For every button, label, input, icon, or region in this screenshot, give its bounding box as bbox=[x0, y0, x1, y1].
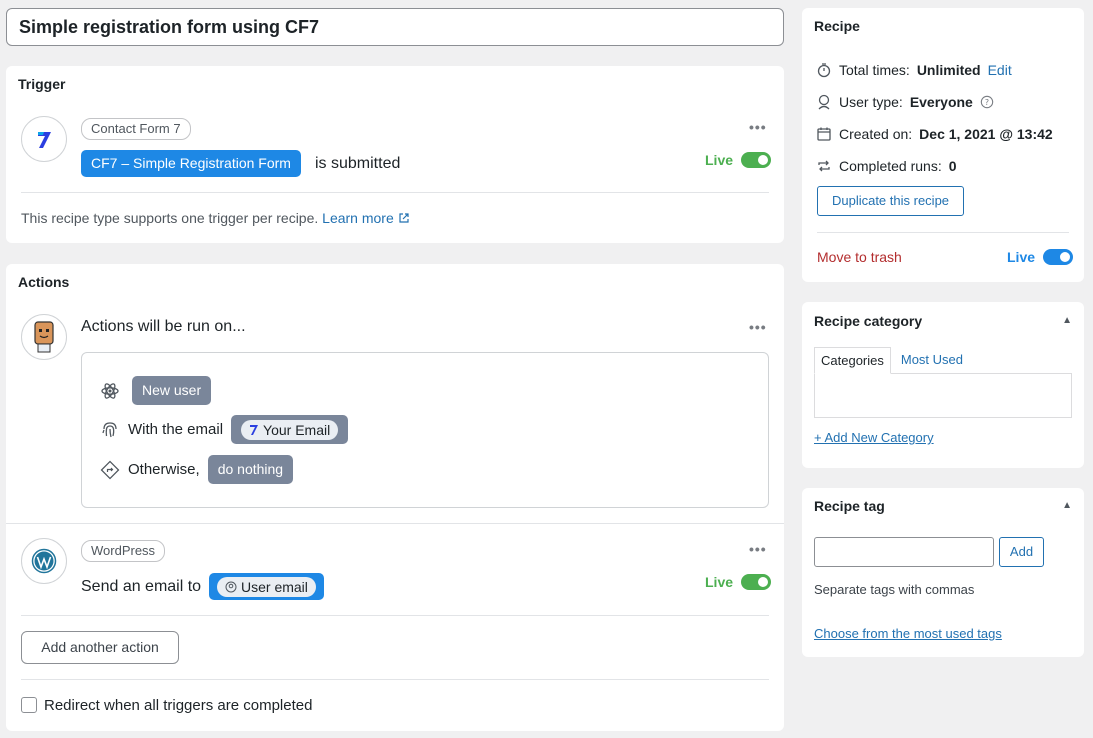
action-more-options-icon[interactable]: ••• bbox=[749, 541, 767, 557]
with-email-row: With the email Your Email bbox=[100, 415, 349, 444]
run-on-label: Actions will be run on... bbox=[81, 318, 246, 335]
trigger-live-toggle[interactable]: Live bbox=[705, 152, 772, 168]
trigger-panel: Trigger Contact Form 7 ••• CF7 – Simple … bbox=[6, 66, 784, 243]
recipe-heading: Recipe bbox=[814, 18, 860, 34]
user-type-row: User type: Everyone ? bbox=[816, 94, 994, 110]
total-times-value: Unlimited bbox=[916, 62, 981, 78]
trigger-form-token[interactable]: CF7 – Simple Registration Form bbox=[81, 150, 301, 177]
category-heading: Recipe category bbox=[814, 313, 923, 329]
collapse-triangle-icon[interactable]: ▲ bbox=[1062, 500, 1072, 511]
user-badge-icon bbox=[818, 94, 830, 110]
send-email-label: Send an email to bbox=[81, 578, 202, 595]
wordpress-logo-icon bbox=[21, 538, 67, 584]
tag-hint: Separate tags with commas bbox=[814, 582, 975, 597]
collapse-triangle-icon[interactable]: ▲ bbox=[1062, 315, 1072, 326]
tag-input[interactable] bbox=[814, 537, 994, 567]
atom-icon bbox=[101, 382, 119, 399]
recipe-tag-panel: Recipe tag ▲ Add Separate tags with comm… bbox=[802, 488, 1084, 657]
edit-total-times-link[interactable]: Edit bbox=[988, 62, 1012, 78]
recipe-title-input[interactable]: Simple registration form using CF7 bbox=[6, 8, 784, 46]
recipe-category-panel: Recipe category ▲ Categories Most Used +… bbox=[802, 302, 1084, 468]
trigger-integration-chip: Contact Form 7 bbox=[81, 118, 191, 140]
user-email-chip: User email bbox=[217, 576, 316, 597]
run-on-config-box: New user With the email Your Email Other… bbox=[81, 352, 769, 508]
move-to-trash-link[interactable]: Move to trash bbox=[817, 249, 902, 265]
created-row: Created on: Dec 1, 2021 @ 13:42 bbox=[816, 126, 1053, 142]
actions-heading: Actions bbox=[18, 274, 70, 290]
tag-heading: Recipe tag bbox=[814, 498, 885, 514]
divider bbox=[21, 615, 769, 616]
actions-panel: Actions Actions will be run on... ••• Ne… bbox=[6, 264, 784, 731]
divider bbox=[21, 192, 769, 193]
user-email-token-pill[interactable]: User email bbox=[209, 573, 324, 600]
divider bbox=[6, 523, 784, 524]
uncanny-automator-bot-icon bbox=[21, 314, 67, 360]
fingerprint-icon bbox=[102, 421, 117, 437]
help-icon[interactable]: ? bbox=[980, 95, 994, 109]
tab-categories[interactable]: Categories bbox=[814, 347, 891, 374]
trigger-note: This recipe type supports one trigger pe… bbox=[21, 210, 410, 226]
user-email-label: User email bbox=[241, 578, 308, 595]
with-email-label: With the email bbox=[128, 421, 224, 438]
add-another-action-button[interactable]: Add another action bbox=[21, 631, 179, 664]
completed-runs-value: 0 bbox=[948, 158, 957, 174]
svg-text:?: ? bbox=[985, 98, 989, 107]
recipe-live-label: Live bbox=[1007, 249, 1036, 265]
email-token-pill[interactable]: Your Email bbox=[231, 415, 349, 444]
new-user-token[interactable]: New user bbox=[132, 376, 212, 405]
category-tabs: Categories Most Used bbox=[814, 347, 973, 374]
toggle-switch-icon[interactable] bbox=[741, 152, 772, 168]
user-circle-icon bbox=[225, 581, 237, 592]
divider bbox=[21, 679, 769, 680]
divider bbox=[817, 232, 1069, 233]
add-new-category-link[interactable]: + Add New Category bbox=[814, 430, 934, 445]
calendar-icon bbox=[817, 127, 831, 141]
trigger-heading: Trigger bbox=[18, 76, 66, 92]
category-checklist[interactable] bbox=[814, 373, 1072, 418]
user-type-label: User type: bbox=[839, 94, 903, 110]
toggle-switch-icon[interactable] bbox=[1043, 249, 1074, 265]
trigger-note-text: This recipe type supports one trigger pe… bbox=[21, 210, 319, 226]
direction-sign-icon bbox=[100, 460, 120, 479]
add-tag-button[interactable]: Add bbox=[999, 537, 1044, 567]
learn-more-label: Learn more bbox=[322, 210, 394, 226]
otherwise-token[interactable]: do nothing bbox=[207, 455, 294, 484]
learn-more-link[interactable]: Learn more bbox=[322, 210, 409, 226]
recipe-sidebar-panel: Recipe Total times: Unlimited Edit User … bbox=[802, 8, 1084, 282]
completed-runs-label: Completed runs: bbox=[839, 158, 942, 174]
redirect-label: Redirect when all triggers are completed bbox=[44, 697, 313, 714]
choose-most-used-tags-link[interactable]: Choose from the most used tags bbox=[814, 626, 1002, 641]
email-token-chip: Your Email bbox=[241, 419, 339, 440]
otherwise-label: Otherwise, bbox=[128, 461, 200, 478]
trigger-live-label: Live bbox=[705, 152, 734, 168]
trigger-more-options-icon[interactable]: ••• bbox=[749, 119, 767, 135]
user-type-value: Everyone bbox=[909, 94, 973, 110]
recipe-live-toggle[interactable]: Live bbox=[1007, 249, 1074, 265]
repeat-icon bbox=[818, 160, 830, 172]
total-times-label: Total times: bbox=[839, 62, 910, 78]
action-integration-chip: WordPress bbox=[81, 540, 166, 562]
action-live-toggle[interactable]: Live bbox=[705, 574, 772, 590]
run-on-more-options-icon[interactable]: ••• bbox=[749, 319, 767, 335]
new-user-row: New user bbox=[100, 376, 212, 405]
duplicate-recipe-button[interactable]: Duplicate this recipe bbox=[817, 186, 964, 216]
tab-most-used[interactable]: Most Used bbox=[891, 347, 973, 374]
stopwatch-icon bbox=[817, 63, 831, 78]
toggle-switch-icon[interactable] bbox=[741, 574, 772, 590]
action-live-label: Live bbox=[705, 574, 734, 590]
external-link-icon bbox=[399, 213, 409, 223]
redirect-checkbox[interactable] bbox=[21, 697, 37, 713]
created-label: Created on: bbox=[839, 126, 913, 142]
trigger-suffix-text: is submitted bbox=[315, 155, 401, 172]
otherwise-row: Otherwise, do nothing bbox=[100, 455, 294, 484]
email-token-label: Your Email bbox=[263, 421, 331, 438]
completed-runs-row: Completed runs: 0 bbox=[816, 158, 957, 174]
created-value: Dec 1, 2021 @ 13:42 bbox=[919, 126, 1053, 142]
contact-form-7-small-icon bbox=[250, 424, 259, 435]
total-times-row: Total times: Unlimited Edit bbox=[816, 62, 1012, 78]
contact-form-7-logo-icon bbox=[21, 116, 67, 162]
